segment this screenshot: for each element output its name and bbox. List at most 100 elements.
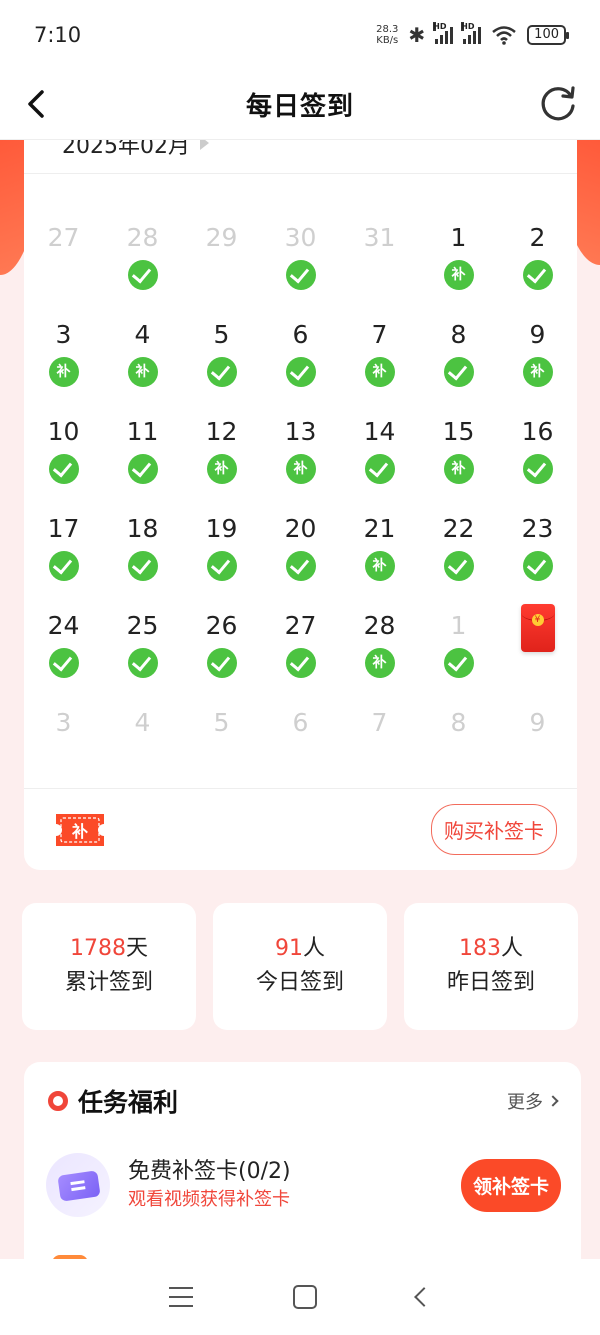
- claim-makeup-card-button[interactable]: 领补签卡: [460, 1158, 561, 1212]
- calendar-day-cell[interactable]: 1补: [419, 220, 498, 317]
- calendar-day-cell[interactable]: 27: [24, 220, 103, 317]
- signed-check-icon: [522, 551, 553, 581]
- refresh-button[interactable]: [536, 82, 580, 126]
- calendar-day-cell[interactable]: 2: [498, 220, 577, 317]
- day-number: 23: [521, 514, 554, 543]
- calendar-day-cell[interactable]: 20: [261, 511, 340, 608]
- signed-check-icon: [127, 648, 158, 678]
- section-dot-icon: [48, 1091, 68, 1111]
- calendar-day-cell[interactable]: 27: [261, 608, 340, 705]
- calendar-day-cell[interactable]: 25: [103, 608, 182, 705]
- signal-1-icon: HD: [433, 22, 454, 44]
- calendar-day-cell[interactable]: 9: [498, 705, 577, 765]
- makeup-signed-icon: 补: [364, 551, 395, 581]
- calendar-week-row: 3 4 5 6 7 8 9: [24, 705, 577, 765]
- calendar-day-cell[interactable]: 4补: [103, 317, 182, 414]
- day-number: 4: [134, 708, 151, 737]
- buy-makeup-card-button[interactable]: 购买补签卡: [431, 804, 557, 855]
- calendar-day-cell[interactable]: 1: [419, 608, 498, 705]
- day-number: 15: [442, 417, 475, 446]
- signed-check-icon: [127, 260, 158, 290]
- day-number: 12: [205, 417, 238, 446]
- makeup-signed-icon: 补: [285, 454, 316, 484]
- calendar-day-cell[interactable]: 21 补: [340, 511, 419, 608]
- day-number: 18: [126, 514, 159, 543]
- more-label: 更多: [507, 1092, 543, 1113]
- day-number: 27: [284, 611, 317, 640]
- makeup-signed-icon: 补: [443, 454, 474, 484]
- calendar-day-cell[interactable]: 28 补: [340, 608, 419, 705]
- menu-icon[interactable]: [169, 1287, 193, 1307]
- network-speed: 28.3 KB/s: [376, 24, 398, 46]
- calendar-day-cell[interactable]: 18: [103, 511, 182, 608]
- day-number: 19: [205, 514, 238, 543]
- makeup-card-task-icon: [46, 1153, 110, 1217]
- battery-icon: 100: [527, 25, 569, 45]
- day-number: 1: [450, 611, 467, 640]
- calendar-day-cell[interactable]: [498, 604, 577, 705]
- status-icons: 28.3 KB/s ✱ HD HD 100: [376, 22, 569, 47]
- day-number: 30: [284, 223, 317, 252]
- calendar-day-cell[interactable]: 13 补: [261, 414, 340, 511]
- calendar-day-cell[interactable]: 3补: [24, 317, 103, 414]
- day-number: 14: [363, 417, 396, 446]
- calendar-day-cell[interactable]: 28: [103, 220, 182, 317]
- day-number: 9: [529, 320, 546, 349]
- stat-total-unit: 天: [125, 936, 148, 961]
- signed-check-icon: [48, 648, 79, 678]
- calendar-day-cell[interactable]: 22: [419, 511, 498, 608]
- chevron-right-icon: [547, 1095, 559, 1107]
- calendar-day-cell[interactable]: 19: [182, 511, 261, 608]
- makeup-card-icon: 补: [56, 813, 104, 846]
- calendar-day-cell[interactable]: 30: [261, 220, 340, 317]
- calendar-day-cell[interactable]: 3: [24, 705, 103, 765]
- wifi-icon: [492, 26, 516, 45]
- calendar-day-cell[interactable]: 29: [182, 220, 261, 317]
- calendar-day-cell[interactable]: 10: [24, 414, 103, 511]
- month-dropdown-icon[interactable]: [200, 140, 209, 150]
- signed-check-icon: [285, 551, 316, 581]
- day-number: 3: [55, 320, 72, 349]
- calendar-day-cell[interactable]: 8: [419, 705, 498, 765]
- calendar-day-cell[interactable]: 17: [24, 511, 103, 608]
- month-selector[interactable]: 2025年02月: [24, 140, 577, 174]
- task-item: 免费补签卡(0/2) 观看视频获得补签卡 领补签卡: [24, 1140, 581, 1230]
- calendar-day-cell[interactable]: 9补: [498, 317, 577, 414]
- home-icon[interactable]: [293, 1285, 317, 1309]
- calendar-day-cell[interactable]: 26: [182, 608, 261, 705]
- network-speed-value: 28.3: [376, 24, 399, 35]
- day-number: 10: [47, 417, 80, 446]
- calendar-day-cell[interactable]: 23: [498, 511, 577, 608]
- calendar-day-cell[interactable]: 7: [340, 705, 419, 765]
- calendar-day-cell[interactable]: 5: [182, 705, 261, 765]
- signed-check-icon: [127, 551, 158, 581]
- calendar-day-cell[interactable]: 8: [419, 317, 498, 414]
- calendar-day-cell[interactable]: 31: [340, 220, 419, 317]
- makeup-card-icon-text: 补: [71, 822, 88, 841]
- calendar-day-cell[interactable]: 6: [261, 705, 340, 765]
- signed-check-icon: [522, 260, 553, 290]
- calendar-day-cell[interactable]: 7补: [340, 317, 419, 414]
- red-envelope-icon[interactable]: [520, 604, 555, 652]
- calendar-day-cell[interactable]: 4: [103, 705, 182, 765]
- calendar-day-cell[interactable]: 14: [340, 414, 419, 511]
- calendar-day-cell[interactable]: 12 补: [182, 414, 261, 511]
- calendar-day-cell[interactable]: 6: [261, 317, 340, 414]
- back-button[interactable]: [18, 84, 58, 124]
- signed-check-icon: [285, 648, 316, 678]
- day-number: 2: [529, 223, 546, 252]
- calendar-day-cell[interactable]: 16: [498, 414, 577, 511]
- calendar-day-cell[interactable]: 11: [103, 414, 182, 511]
- makeup-signed-icon: 补: [127, 357, 158, 387]
- signed-check-icon: [443, 551, 474, 581]
- signed-check-icon: [48, 454, 79, 484]
- calendar-week-row: 10 11 12 补 13 补 14 15 补 16: [24, 414, 577, 511]
- more-link[interactable]: 更多: [507, 1088, 559, 1114]
- calendar-day-cell[interactable]: 5: [182, 317, 261, 414]
- makeup-signed-icon: 补: [364, 648, 395, 678]
- bluetooth-icon: ✱: [408, 23, 426, 47]
- calendar-day-cell[interactable]: 15 补: [419, 414, 498, 511]
- day-number: 26: [205, 611, 238, 640]
- back-nav-icon[interactable]: [414, 1287, 434, 1307]
- calendar-day-cell[interactable]: 24: [24, 608, 103, 705]
